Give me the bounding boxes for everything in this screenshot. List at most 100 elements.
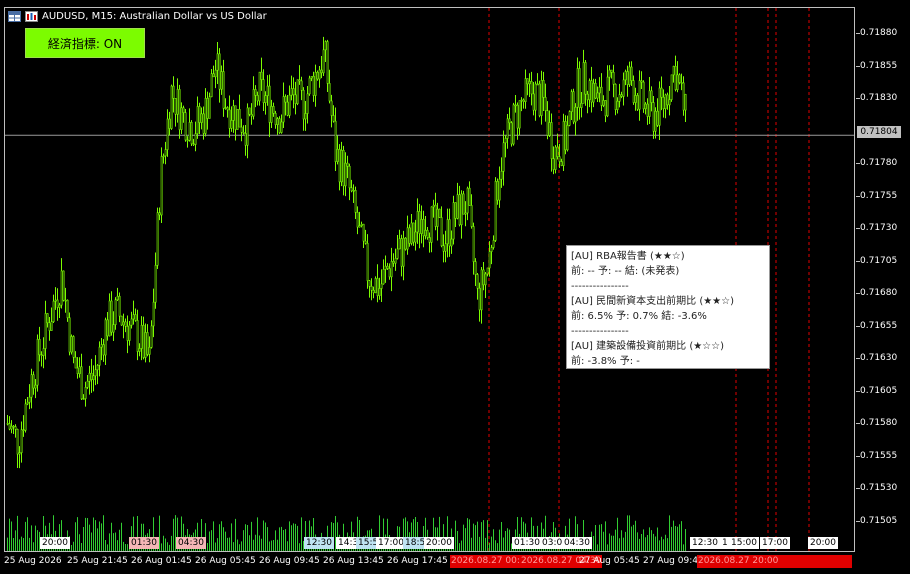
- candle-body: [498, 178, 501, 201]
- candle-body: [404, 237, 407, 250]
- event-time-tag[interactable]: 12:30: [690, 537, 720, 549]
- candle-body: [566, 125, 569, 151]
- candle-body: [320, 69, 323, 74]
- separator: ----------------: [571, 326, 629, 337]
- candle-body: [304, 113, 307, 120]
- candle-body: [650, 90, 653, 103]
- candle-body: [32, 374, 35, 389]
- candle-body: [428, 237, 431, 243]
- candle-body: [632, 80, 635, 103]
- candle-body: [102, 344, 105, 356]
- event-time-tag[interactable]: 15:00: [729, 537, 759, 549]
- price-tick: [856, 66, 860, 67]
- candle-body: [442, 245, 445, 252]
- candle-body: [528, 81, 531, 85]
- event-time-tag[interactable]: 17:00: [760, 537, 790, 549]
- price-label: 0.71780: [860, 158, 898, 168]
- candle-body: [434, 204, 437, 227]
- price-axis[interactable]: 0.71880 0.71855 0.71830 0.71780 0.71755 …: [856, 0, 910, 552]
- event-time-tag[interactable]: 01:30: [129, 537, 159, 549]
- candle-body: [260, 71, 263, 80]
- candle-body: [280, 121, 283, 133]
- candle-body: [328, 83, 331, 102]
- candle-body: [156, 212, 159, 266]
- candle-body: [540, 80, 543, 116]
- candle-body: [326, 41, 329, 84]
- candle-body: [282, 96, 285, 123]
- candle-body: [36, 338, 39, 386]
- candle-body: [294, 94, 297, 104]
- candle-body: [408, 227, 411, 244]
- price-tick: [856, 196, 860, 197]
- economic-indicator-toggle-button[interactable]: 経済指標: ON: [25, 28, 145, 58]
- candle-body: [272, 106, 275, 114]
- price-label: 0.71655: [860, 321, 898, 331]
- candle-body: [88, 372, 91, 382]
- event-time-tag[interactable]: 04:30: [176, 537, 206, 549]
- time-axis[interactable]: 25 Aug 2026 25 Aug 21:45 26 Aug 01:45 26…: [0, 553, 910, 574]
- candle-body: [218, 53, 221, 90]
- candle-body: [466, 187, 469, 214]
- candle-body: [100, 344, 103, 348]
- candle-body: [640, 80, 643, 83]
- price-label: 0.71755: [860, 191, 898, 201]
- candle-body: [254, 89, 257, 96]
- candle-body: [614, 83, 617, 110]
- candle-body: [138, 348, 141, 352]
- candle-body: [682, 82, 685, 111]
- candle-body: [308, 77, 311, 95]
- event-time-tag[interactable]: 04:30: [562, 537, 592, 549]
- candle-body: [564, 121, 567, 151]
- candle-body: [396, 248, 399, 259]
- candle-body: [424, 229, 427, 237]
- event-time-label: 2026.08.27 20:00: [697, 555, 852, 568]
- chart-window: AUDUSD, M15: Australian Dollar vs US Dol…: [0, 0, 910, 574]
- time-label: 27 Aug 09:45: [643, 556, 704, 566]
- event-time-tag[interactable]: 20:00: [424, 537, 454, 549]
- price-label: 0.71730: [860, 223, 898, 233]
- candle-body: [410, 222, 413, 244]
- candle-body: [214, 69, 217, 78]
- candle-body: [128, 324, 131, 341]
- candle-body: [298, 79, 301, 82]
- candle-body: [590, 80, 593, 103]
- candle-body: [160, 156, 163, 216]
- event-time-tag[interactable]: 01:30: [512, 537, 542, 549]
- table-icon: [8, 11, 21, 22]
- event-time-tag[interactable]: 20:00: [40, 537, 70, 549]
- candle-body: [406, 227, 409, 250]
- candle-body: [270, 106, 273, 123]
- candle-body: [96, 364, 99, 371]
- chart-type-icon: [25, 11, 38, 22]
- candle-body: [172, 85, 175, 99]
- candle-body: [484, 273, 487, 286]
- time-label: 26 Aug 17:45: [387, 556, 448, 566]
- candle-body: [456, 194, 459, 219]
- candle-body: [472, 226, 475, 262]
- candle-body: [56, 299, 59, 308]
- candle-body: [274, 113, 277, 125]
- candle-body: [668, 99, 671, 106]
- candle-body: [120, 315, 123, 326]
- candle-body: [600, 86, 603, 106]
- event-time-tag[interactable]: 20:00: [808, 537, 838, 549]
- candle-body: [104, 319, 107, 356]
- candle-body: [378, 288, 381, 296]
- candle-body: [164, 149, 167, 157]
- price-tick: [856, 33, 860, 34]
- candle-body: [94, 369, 97, 377]
- candle-body: [526, 78, 529, 85]
- candle-body: [228, 109, 231, 129]
- candle-body: [130, 318, 133, 326]
- price-label: 0.71505: [860, 516, 898, 526]
- candle-body: [446, 219, 449, 245]
- candle-body: [216, 53, 219, 71]
- event-2-title: [AU] 民間新資本支出前期比 (★★☆): [571, 296, 735, 307]
- time-label: 25 Aug 21:45: [67, 556, 128, 566]
- event-time-tag[interactable]: 17:00: [376, 537, 406, 549]
- event-time-tag[interactable]: 12:30: [304, 537, 334, 549]
- candle-body: [364, 240, 367, 244]
- candle-body: [646, 103, 649, 117]
- candle-body: [592, 82, 595, 103]
- candle-body: [542, 80, 545, 98]
